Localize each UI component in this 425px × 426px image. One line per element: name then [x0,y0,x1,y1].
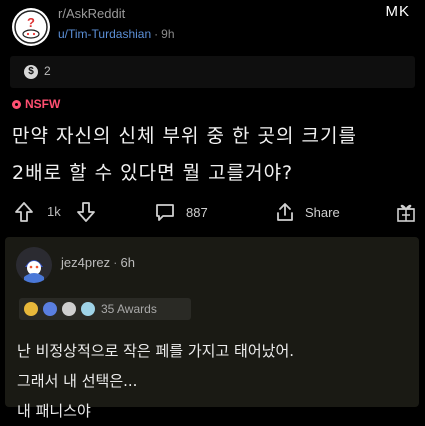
post-view: ? r/AskReddit u/Tim-Turdashian · 9h MK $ 2… [0,0,425,420]
comment-line: 내 패니스야 [17,402,91,420]
reddit-snoo-icon: ? [14,10,48,44]
meta-separator: · [154,27,159,41]
post-awards-bar[interactable]: $ 2 [10,56,415,88]
downvote-button[interactable] [76,201,96,223]
gold-award-icon [24,302,38,316]
comment-author[interactable]: jez4prez [61,255,110,270]
subreddit-avatar[interactable]: ? [12,8,50,46]
helpful-award-icon [81,302,95,316]
post-age: 9h [161,27,175,41]
post-award-count: 2 [44,64,51,78]
comment-age: 6h [120,255,135,270]
comment-count: 887 [186,204,208,220]
comment-icon [156,204,174,221]
comment-line: 그래서 내 선택은... [17,372,138,390]
vote-count: 1k [47,204,61,219]
post-author[interactable]: u/Tim-Turdashian [58,27,151,41]
watermark: MK [385,3,410,20]
comment-line: 난 비정상적으로 작은 페를 가지고 태어났어. [17,342,295,360]
share-button[interactable]: Share [275,201,340,223]
post-action-bar: 1k 887 Share [0,196,425,230]
awards-count-label: 35 Awards [101,302,157,316]
wholesome-award-icon [43,302,57,316]
subreddit-name[interactable]: r/AskReddit [58,6,125,21]
gift-button[interactable] [396,201,416,223]
comments-button[interactable]: 887 [154,201,208,223]
nsfw-label: NSFW [25,97,61,111]
avatar[interactable] [16,247,52,283]
post-title-line: 2배로 할 수 있다면 뭘 고를거야? [12,162,294,184]
meta-separator: · [113,255,118,270]
nsfw-icon [12,99,21,109]
upvote-button[interactable] [14,201,34,223]
gift-icon [397,204,415,222]
user-avatar-icon [16,247,52,283]
nsfw-tag: NSFW [12,97,60,111]
comment-card[interactable]: jez4prez · 6h 35 Awards 난 비정상적으로 작은 페를 가지고… [5,237,419,420]
svg-text:?: ? [27,15,35,30]
post-meta: u/Tim-Turdashian · 9h [58,27,175,41]
award-icon: $ [24,65,38,79]
share-label: Share [305,204,340,220]
comment-body: 난 비정상적으로 작은 페를 가지고 태어났어. 그래서 내 선택은... 내 … [17,336,413,426]
silver-award-icon [62,302,76,316]
comment-meta: jez4prez · 6h [61,255,135,270]
upvote-icon [15,202,33,222]
post-title[interactable]: 만약 자신의 신체 부위 중 한 곳의 크기를 2배로 할 수 있다면 뭘 고를… [12,118,412,192]
post-title-line: 만약 자신의 신체 부위 중 한 곳의 크기를 [12,125,357,147]
comment-awards[interactable]: 35 Awards [19,298,191,320]
share-icon [277,203,293,221]
downvote-icon [77,202,95,222]
